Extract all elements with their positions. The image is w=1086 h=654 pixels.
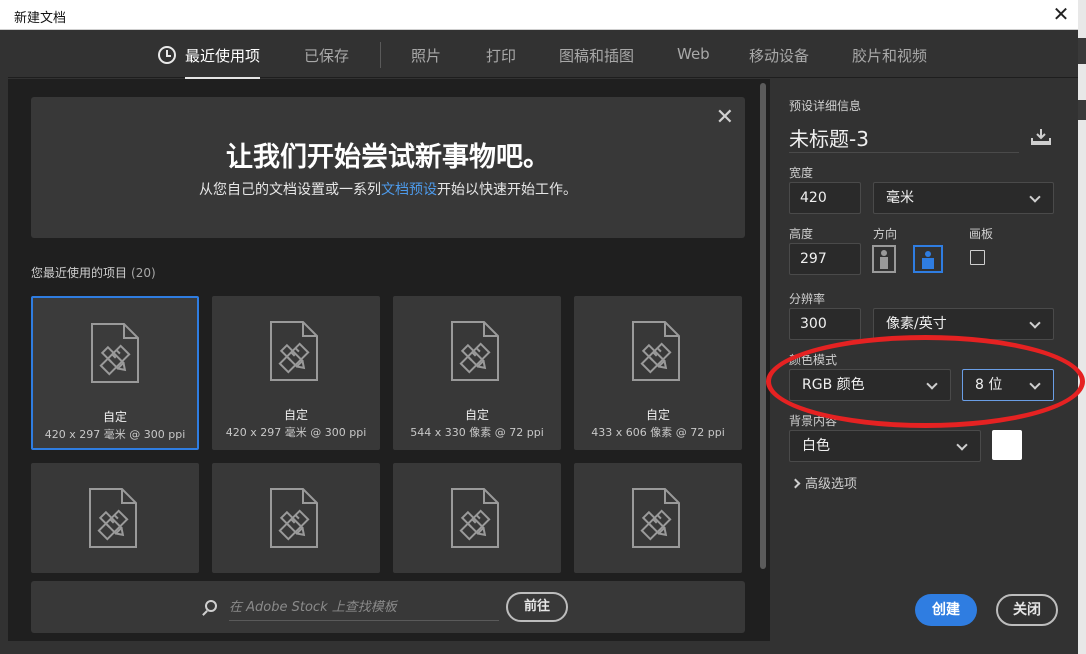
color-mode-dropdown[interactable]: RGB 颜色 <box>789 369 951 401</box>
tab-photo[interactable]: 照片 <box>411 45 441 66</box>
background-dropdown[interactable]: 白色 <box>789 430 981 462</box>
recent-item-name: 自定 <box>102 410 127 424</box>
width-unit-dropdown[interactable]: 毫米 <box>873 182 1054 214</box>
document-preset-icon <box>632 488 680 548</box>
recent-item-meta: 420 x 297 毫米 @ 300 ppi <box>44 428 186 441</box>
recent-item-meta: 420 x 297 毫米 @ 300 ppi <box>225 426 367 439</box>
recent-item-name: 自定 <box>645 408 670 422</box>
document-preset-icon <box>91 323 139 383</box>
bit-depth-dropdown[interactable]: 8 位 <box>962 369 1054 401</box>
artboard-label: 画板 <box>969 227 994 241</box>
resolution-field <box>789 308 861 340</box>
tab-film-video[interactable]: 胶片和视频 <box>852 45 927 66</box>
document-preset-icon <box>632 321 680 381</box>
height-field <box>789 243 861 275</box>
recent-item-card[interactable] <box>393 463 561 573</box>
recent-item-name: 自定 <box>464 408 489 422</box>
advanced-options-toggle[interactable]: 高级选项 <box>790 473 858 492</box>
document-preset-icon <box>270 321 318 381</box>
document-presets-link[interactable]: 文档预设 <box>381 182 437 198</box>
chevron-down-icon <box>1029 191 1041 203</box>
background-value: 白色 <box>802 438 830 454</box>
resolution-input[interactable] <box>800 309 860 339</box>
chevron-right-icon <box>790 478 801 489</box>
recent-items-heading: 您最近使用的项目 (20) <box>31 264 156 281</box>
height-label: 高度 <box>789 227 814 241</box>
tab-divider <box>380 42 381 68</box>
recent-item-card[interactable] <box>574 463 742 573</box>
recent-heading-label: 您最近使用的项目 <box>31 266 128 280</box>
portrait-orientation-icon[interactable] <box>872 245 896 273</box>
banner-text-end: 开始以快速开始工作。 <box>437 182 577 198</box>
stock-search-input[interactable] <box>229 595 499 619</box>
landscape-orientation-icon[interactable] <box>913 245 943 273</box>
tab-mobile[interactable]: 移动设备 <box>749 45 809 66</box>
recent-item-meta: 544 x 330 像素 @ 72 ppi <box>410 426 544 439</box>
recent-item-name: 自定 <box>283 408 308 422</box>
banner-close-icon[interactable]: ✕ <box>716 105 734 130</box>
orientation-label: 方向 <box>873 227 898 241</box>
create-button[interactable]: 创建 <box>915 594 977 626</box>
background-label: 背景内容 <box>789 414 838 428</box>
advanced-options-label: 高级选项 <box>805 477 858 492</box>
preset-category-tabs: 最近使用项 已保存 照片 打印 图稿和插图 Web 移动设备 胶片和视频 <box>8 31 1078 79</box>
recent-scrollbar[interactable] <box>760 83 766 569</box>
document-name-input[interactable] <box>789 123 1019 151</box>
tab-saved[interactable]: 已保存 <box>304 45 349 66</box>
recent-item-meta: 433 x 606 像素 @ 72 ppi <box>591 426 725 439</box>
window-title: 新建文档 <box>14 11 67 26</box>
color-mode-label: 颜色模式 <box>789 353 838 367</box>
document-preset-icon <box>89 488 137 548</box>
recent-item-card[interactable]: 自定 433 x 606 像素 @ 72 ppi <box>574 296 742 450</box>
stock-search-bar: 前往 <box>31 581 745 633</box>
recent-item-card[interactable] <box>212 463 380 573</box>
banner-text: 从您自己的文档设置或一系列文档预设开始以快速开始工作。 <box>31 179 745 199</box>
banner-headline: 让我们开始尝试新事物吧。 <box>226 142 550 173</box>
width-input[interactable] <box>800 183 860 213</box>
document-preset-icon <box>451 321 499 381</box>
resolution-unit-value: 像素/英寸 <box>886 316 947 332</box>
preset-details-panel: 预设详细信息 宽度 毫米 高度 方向 画板 分辨率 像素/英寸 颜色模式 RGB… <box>770 79 1078 641</box>
preset-details-heading: 预设详细信息 <box>789 99 862 113</box>
title-bar: 新建文档 ✕ <box>0 0 1078 30</box>
go-button[interactable]: 前往 <box>506 592 568 622</box>
close-button[interactable]: 关闭 <box>996 594 1058 626</box>
tab-recent[interactable]: 最近使用项 <box>185 45 261 79</box>
width-label: 宽度 <box>789 166 814 180</box>
width-unit-value: 毫米 <box>886 190 914 206</box>
welcome-banner: ✕ 让我们开始尝试新事物吧。 从您自己的文档设置或一系列文档预设开始以快速开始工… <box>31 97 745 238</box>
tab-print[interactable]: 打印 <box>486 45 516 66</box>
stock-search-field <box>205 595 499 621</box>
save-preset-icon[interactable] <box>1030 127 1052 147</box>
clock-icon <box>158 46 176 64</box>
window-close-icon[interactable]: ✕ <box>1046 0 1076 30</box>
background-window-edge <box>1078 0 1086 654</box>
recent-panel: ✕ 让我们开始尝试新事物吧。 从您自己的文档设置或一系列文档预设开始以快速开始工… <box>8 79 770 641</box>
tab-web[interactable]: Web <box>677 45 710 63</box>
document-preset-icon <box>451 488 499 548</box>
chevron-down-icon <box>1029 317 1041 329</box>
recent-item-card[interactable]: 自定 420 x 297 毫米 @ 300 ppi <box>31 296 199 450</box>
recent-count: (20) <box>131 266 156 280</box>
recent-item-card[interactable]: 自定 544 x 330 像素 @ 72 ppi <box>393 296 561 450</box>
banner-text-start: 从您自己的文档设置或一系列 <box>199 182 381 198</box>
recent-item-card[interactable] <box>31 463 199 573</box>
chevron-down-icon <box>956 439 968 451</box>
search-icon <box>205 600 217 612</box>
document-preset-icon <box>270 488 318 548</box>
recent-item-card[interactable]: 自定 420 x 297 毫米 @ 300 ppi <box>212 296 380 450</box>
width-field <box>789 182 861 214</box>
bit-depth-value: 8 位 <box>975 377 1003 393</box>
background-color-swatch[interactable] <box>992 430 1022 460</box>
chevron-down-icon <box>926 378 938 390</box>
scrollbar-thumb[interactable] <box>760 83 766 569</box>
artboard-checkbox[interactable] <box>970 250 985 265</box>
color-mode-value: RGB 颜色 <box>802 377 865 393</box>
resolution-label: 分辨率 <box>789 292 826 306</box>
height-input[interactable] <box>800 244 860 274</box>
document-name-field <box>789 123 1019 153</box>
chevron-down-icon <box>1029 378 1041 390</box>
resolution-unit-dropdown[interactable]: 像素/英寸 <box>873 308 1054 340</box>
tab-art-illustration[interactable]: 图稿和插图 <box>559 45 634 66</box>
